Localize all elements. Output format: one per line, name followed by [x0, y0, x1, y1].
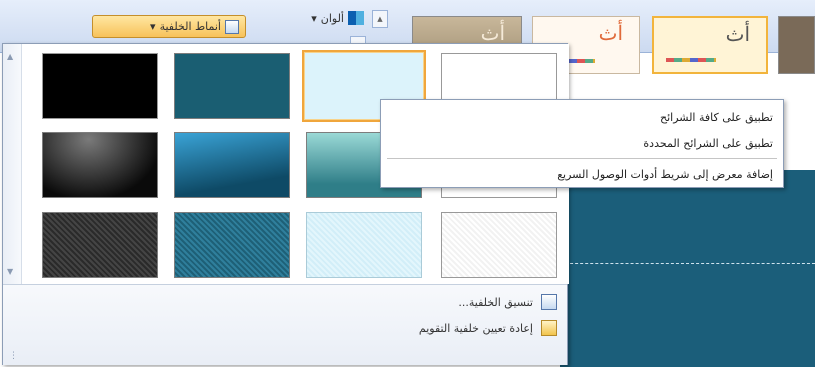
background-style-tile[interactable]: [174, 132, 290, 198]
scroll-down-icon[interactable]: ▼: [7, 267, 13, 276]
theme-thumbnail-selected[interactable]: أث: [652, 16, 768, 74]
background-styles-button[interactable]: أنماط الخلفية ▾: [92, 15, 246, 38]
colors-button[interactable]: ألوان ▾: [288, 8, 364, 28]
themes-scroll-up-button[interactable]: ▲: [372, 10, 388, 28]
background-styles-label: أنماط الخلفية: [159, 20, 221, 33]
format-background-label: تنسيق الخلفية...: [458, 295, 533, 309]
background-style-tile[interactable]: [42, 132, 158, 198]
background-style-tile[interactable]: [174, 212, 290, 278]
background-style-tile[interactable]: [42, 53, 158, 119]
reset-background-icon: [541, 320, 557, 336]
theme-label: أث: [480, 21, 505, 45]
theme-label: أث: [598, 21, 623, 45]
theme-thumbnail[interactable]: [778, 16, 815, 74]
format-background-menu-item[interactable]: تنسيق الخلفية...: [458, 291, 557, 313]
menu-separator: [387, 158, 777, 159]
slide-placeholder-border: [560, 263, 815, 264]
gallery-scrollbar[interactable]: ▲ ▼: [3, 44, 22, 284]
background-style-tile[interactable]: [42, 212, 158, 278]
theme-colors-icon: [348, 11, 364, 25]
background-styles-icon: [225, 19, 239, 34]
resize-grip-icon[interactable]: ⋮: [9, 351, 18, 361]
theme-color-bar: [666, 58, 716, 62]
scroll-up-icon[interactable]: ▲: [7, 52, 13, 61]
gallery-footer: تنسيق الخلفية... إعادة تعيين خلفية التقو…: [3, 284, 567, 365]
apply-to-selected-slides-menu-item[interactable]: تطبيق على الشرائح المحددة: [393, 132, 773, 154]
apply-to-selected-slides-label: تطبيق على الشرائح المحددة: [643, 136, 773, 150]
colors-label: ألوان: [320, 11, 344, 25]
background-style-tile[interactable]: [174, 53, 290, 119]
background-style-tile[interactable]: [306, 212, 422, 278]
add-gallery-to-qat-menu-item[interactable]: إضافة معرض إلى شريط أدوات الوصول السريع: [393, 163, 773, 185]
background-styles-gallery: ▲ ▼ تنسيق الخلفية... إعادة تعيين خلفية ا…: [2, 43, 569, 365]
chevron-down-icon: ▾: [150, 20, 156, 33]
add-gallery-to-qat-label: إضافة معرض إلى شريط أدوات الوصول السريع: [557, 167, 773, 181]
format-background-icon: [541, 294, 557, 310]
reset-background-label: إعادة تعيين خلفية التقويم: [418, 321, 533, 335]
background-style-tile[interactable]: [441, 212, 557, 278]
slide-canvas: [560, 170, 815, 367]
apply-to-all-slides-menu-item[interactable]: تطبيق على كافة الشرائح: [393, 106, 773, 128]
chevron-down-icon: ▾: [311, 11, 317, 25]
theme-label: أث: [725, 22, 750, 46]
context-menu: تطبيق على كافة الشرائح تطبيق على الشرائح…: [380, 99, 784, 188]
apply-to-all-slides-label: تطبيق على كافة الشرائح: [659, 110, 773, 124]
reset-background-menu-item[interactable]: إعادة تعيين خلفية التقويم: [419, 317, 557, 339]
